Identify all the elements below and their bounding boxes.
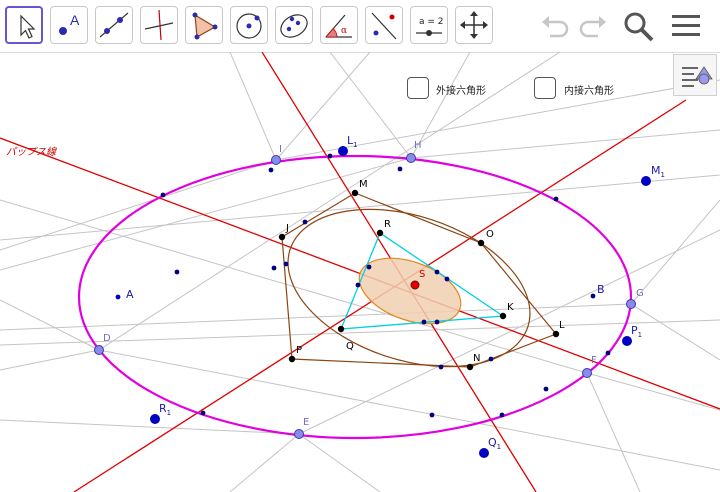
label-m: M — [359, 179, 368, 190]
toolbar: A α a = 2 — [0, 0, 720, 53]
reflect-icon — [371, 12, 397, 40]
graphics-view[interactable]: パップス線 I H G F E D J M O L N P R S K Q A … — [0, 52, 720, 492]
angle-tool-label: α — [341, 26, 347, 36]
label-i: I — [279, 144, 282, 155]
angle-tool-button[interactable]: α — [320, 6, 358, 44]
checkbox-circumscribed-hexagon[interactable] — [407, 77, 429, 99]
label-p: P — [296, 345, 302, 356]
polygon-icon — [192, 12, 218, 40]
label-p1: P1 — [631, 324, 642, 339]
circle-tool-button[interactable] — [230, 6, 268, 44]
label-q1: Q1 — [488, 436, 501, 451]
style-bar-toggle-button[interactable] — [673, 54, 717, 96]
center-point-s[interactable] — [410, 280, 420, 290]
label-k: K — [507, 302, 514, 313]
label-h: H — [414, 140, 422, 151]
cursor-arrow-icon — [20, 14, 36, 39]
style-bar-icon — [682, 66, 713, 87]
search-button[interactable] — [620, 8, 656, 44]
point-tool-label: A — [70, 12, 80, 28]
label-o: O — [486, 229, 494, 240]
point-tool-button[interactable]: A — [50, 6, 88, 44]
label-l: L — [559, 320, 565, 331]
slider-tool-label: a = 2 — [419, 17, 444, 27]
undo-button[interactable] — [538, 8, 574, 44]
perpendicular-icon — [144, 9, 174, 41]
angle-icon: α — [325, 14, 352, 38]
inner-ellipse[interactable] — [350, 246, 469, 337]
perpendicular-tool-button[interactable] — [140, 6, 178, 44]
label-f: F — [591, 355, 597, 366]
move-arrows-icon — [460, 11, 488, 39]
ellipse-icon — [280, 14, 308, 38]
label-j: J — [285, 223, 289, 234]
circle-icon — [236, 13, 262, 39]
move-view-tool-button[interactable] — [455, 6, 493, 44]
label-b: B — [597, 283, 605, 296]
label-n: N — [473, 353, 480, 364]
checkbox-label-inscribed: 内接六角形 — [564, 86, 614, 97]
move-tool-button[interactable] — [5, 6, 43, 44]
label-m1: M1 — [651, 164, 665, 179]
label-e: E — [303, 417, 309, 428]
line-tool-button[interactable] — [95, 6, 133, 44]
reflect-tool-button[interactable] — [365, 6, 403, 44]
label-r1: R1 — [159, 402, 171, 417]
menu-icon — [672, 15, 700, 36]
label-g: G — [636, 288, 644, 299]
line-icon — [99, 12, 129, 38]
checkbox-inscribed-hexagon[interactable] — [534, 77, 556, 99]
label-r: R — [384, 219, 391, 230]
undo-icon — [542, 16, 569, 38]
label-q: Q — [346, 341, 354, 352]
label-s: S — [419, 269, 425, 280]
point-icon: A — [59, 12, 80, 35]
pappus-line-label: パップス線 — [6, 146, 57, 158]
label-d: D — [103, 333, 111, 344]
search-icon — [624, 12, 654, 42]
polygon-tool-button[interactable] — [185, 6, 223, 44]
label-a: A — [126, 288, 134, 301]
redo-icon — [579, 16, 606, 38]
slider-icon: a = 2 — [416, 17, 444, 36]
menu-button[interactable] — [668, 8, 704, 44]
checkbox-label-circumscribed: 外接六角形 — [436, 86, 486, 97]
ellipse-tool-button[interactable] — [275, 6, 313, 44]
redo-button[interactable] — [574, 8, 610, 44]
label-l1: L1 — [347, 134, 358, 149]
slider-tool-button[interactable]: a = 2 — [410, 6, 448, 44]
